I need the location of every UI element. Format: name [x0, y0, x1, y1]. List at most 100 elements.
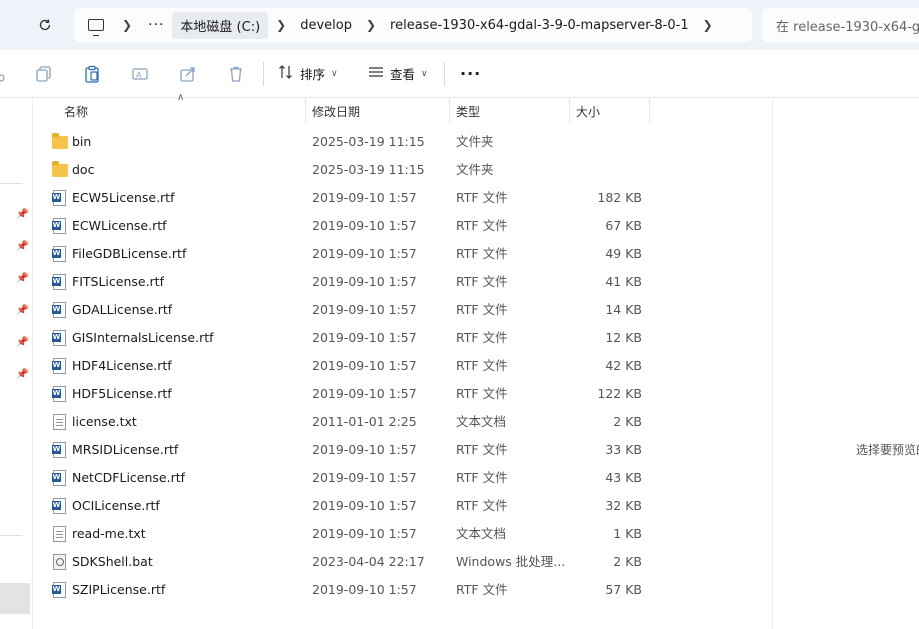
- breadcrumb-develop[interactable]: develop: [294, 18, 358, 33]
- chevron-right-icon[interactable]: ❯: [114, 18, 140, 32]
- file-size: 14 KB: [605, 302, 642, 317]
- file-row[interactable]: W HDF4License.rtf 2019-09-10 1:57 RTF 文件 42 …: [34, 352, 772, 380]
- nav-divider: [0, 183, 22, 184]
- file-size: 33 KB: [605, 442, 642, 457]
- file-row[interactable]: W HDF5License.rtf 2019-09-10 1:57 RTF 文件 122…: [34, 380, 772, 408]
- file-row[interactable]: W FITSLicense.rtf 2019-09-10 1:57 RTF 文件 41 …: [34, 268, 772, 296]
- nav-item-selected[interactable]: [0, 583, 30, 614]
- file-date: 2019-09-10 1:57: [312, 246, 417, 261]
- refresh-icon[interactable]: [34, 14, 56, 36]
- column-header-date[interactable]: 修改日期: [312, 98, 360, 124]
- file-row[interactable]: W SZIPLicense.rtf 2019-09-10 1:57 RTF 文件 57 …: [34, 576, 772, 604]
- preview-divider[interactable]: [772, 98, 773, 629]
- file-row[interactable]: W GISInternalsLicense.rtf 2019-09-10 1:57 R…: [34, 324, 772, 352]
- command-bar: A 排序 ∨ 查看 ∨ ···: [0, 50, 919, 98]
- word-document-icon: W: [52, 498, 66, 514]
- file-row[interactable]: bin 2025-03-19 11:15 文件夹: [34, 128, 772, 156]
- file-row[interactable]: doc 2025-03-19 11:15 文件夹: [34, 156, 772, 184]
- file-date: 2019-09-10 1:57: [312, 582, 417, 597]
- file-name: NetCDFLicense.rtf: [72, 470, 186, 485]
- pin-icon[interactable]: 📌: [16, 305, 28, 317]
- word-document-icon: W: [52, 442, 66, 458]
- word-document-icon: W: [52, 302, 66, 318]
- word-document-icon: W: [52, 330, 66, 346]
- column-divider[interactable]: [449, 98, 450, 124]
- more-crumbs-icon[interactable]: ···: [140, 17, 172, 33]
- file-date: 2025-03-19 11:15: [312, 162, 425, 177]
- file-type: RTF 文件: [456, 470, 508, 485]
- file-type: RTF 文件: [456, 330, 508, 345]
- file-date: 2019-09-10 1:57: [312, 526, 417, 541]
- rename-icon[interactable]: A: [131, 65, 149, 83]
- chevron-down-icon: ∨: [331, 68, 338, 79]
- text-file-icon: [53, 526, 66, 542]
- address-toolbar: ❯ ··· 本地磁盘 (C:) ❯ develop ❯ release-1930…: [0, 0, 919, 50]
- share-icon[interactable]: [179, 65, 197, 83]
- file-type: 文件夹: [456, 134, 494, 149]
- paste-icon[interactable]: [83, 65, 101, 83]
- address-bar[interactable]: ❯ ··· 本地磁盘 (C:) ❯ develop ❯ release-1930…: [74, 8, 752, 42]
- view-button[interactable]: 查看 ∨: [368, 64, 428, 83]
- pin-icon[interactable]: 📌: [16, 273, 28, 285]
- file-row[interactable]: W GDALLicense.rtf 2019-09-10 1:57 RTF 文件 14 …: [34, 296, 772, 324]
- breadcrumb-current-folder[interactable]: release-1930-x64-gdal-3-9-0-mapserver-8-…: [384, 18, 695, 33]
- file-type: RTF 文件: [456, 246, 508, 261]
- sort-ascending-icon: ∧: [177, 92, 185, 103]
- file-size: 12 KB: [605, 330, 642, 345]
- file-size: 122 KB: [597, 386, 642, 401]
- pin-icon[interactable]: 📌: [16, 241, 28, 253]
- toolbar-divider: [444, 62, 445, 86]
- file-name: GISInternalsLicense.rtf: [72, 330, 214, 345]
- file-row[interactable]: W FileGDBLicense.rtf 2019-09-10 1:57 RTF 文件…: [34, 240, 772, 268]
- file-date: 2019-09-10 1:57: [312, 218, 417, 233]
- cut-icon[interactable]: [0, 65, 10, 83]
- chevron-right-icon[interactable]: ❯: [695, 18, 721, 32]
- file-type: RTF 文件: [456, 386, 508, 401]
- file-name: bin: [72, 134, 92, 149]
- file-date: 2023-04-04 22:17: [312, 554, 425, 569]
- svg-text:A: A: [136, 71, 142, 80]
- column-divider[interactable]: [305, 98, 306, 124]
- file-row[interactable]: W OCILicense.rtf 2019-09-10 1:57 RTF 文件 32 K…: [34, 492, 772, 520]
- pin-icon[interactable]: 📌: [16, 209, 28, 221]
- file-row[interactable]: W NetCDFLicense.rtf 2019-09-10 1:57 RTF 文件 4…: [34, 464, 772, 492]
- column-header-type[interactable]: 类型: [456, 98, 480, 124]
- file-row[interactable]: W MRSIDLicense.rtf 2019-09-10 1:57 RTF 文件 33…: [34, 436, 772, 464]
- file-size: [570, 128, 642, 156]
- nav-divider: [0, 535, 22, 536]
- file-row[interactable]: SDKShell.bat 2023-04-04 22:17 Windows 批处理.…: [34, 548, 772, 576]
- word-document-icon: W: [52, 274, 66, 290]
- file-date: 2011-01-01 2:25: [312, 414, 417, 429]
- file-row[interactable]: read-me.txt 2019-09-10 1:57 文本文档 1 KB: [34, 520, 772, 548]
- more-options-icon[interactable]: ···: [460, 64, 481, 83]
- breadcrumb-drive[interactable]: 本地磁盘 (C:): [172, 11, 269, 39]
- file-size: 49 KB: [605, 246, 642, 261]
- computer-icon[interactable]: [88, 19, 104, 36]
- file-type: 文本文档: [456, 414, 507, 429]
- folder-icon: [52, 133, 68, 149]
- delete-icon[interactable]: [227, 65, 245, 83]
- file-row[interactable]: W ECW5License.rtf 2019-09-10 1:57 RTF 文件 182…: [34, 184, 772, 212]
- navigation-pane: 📌 📌 📌 📌 📌 📌: [0, 98, 33, 629]
- chevron-right-icon[interactable]: ❯: [268, 18, 294, 32]
- sort-button[interactable]: 排序 ∨: [278, 64, 338, 83]
- chevron-right-icon[interactable]: ❯: [358, 18, 384, 32]
- pin-icon[interactable]: 📌: [16, 369, 28, 381]
- sort-icon: [278, 64, 294, 83]
- view-label: 查看: [390, 67, 416, 82]
- file-type: Windows 批处理...: [456, 554, 566, 569]
- search-input[interactable]: 在 release-1930-x64-gdal-3-9-0-mapserver-…: [762, 8, 919, 42]
- file-size: 2 KB: [613, 414, 642, 429]
- column-divider[interactable]: [649, 98, 650, 124]
- copy-icon[interactable]: [35, 65, 53, 83]
- word-document-icon: W: [52, 246, 66, 262]
- column-header-size[interactable]: 大小: [576, 98, 600, 124]
- column-divider[interactable]: [569, 98, 570, 124]
- word-document-icon: W: [52, 190, 66, 206]
- column-header-name[interactable]: 名称: [64, 98, 88, 124]
- pin-icon[interactable]: 📌: [16, 337, 28, 349]
- text-file-icon: [53, 414, 66, 430]
- file-row[interactable]: W ECWLicense.rtf 2019-09-10 1:57 RTF 文件 67 K…: [34, 212, 772, 240]
- file-row[interactable]: license.txt 2011-01-01 2:25 文本文档 2 KB: [34, 408, 772, 436]
- file-size: [570, 156, 642, 184]
